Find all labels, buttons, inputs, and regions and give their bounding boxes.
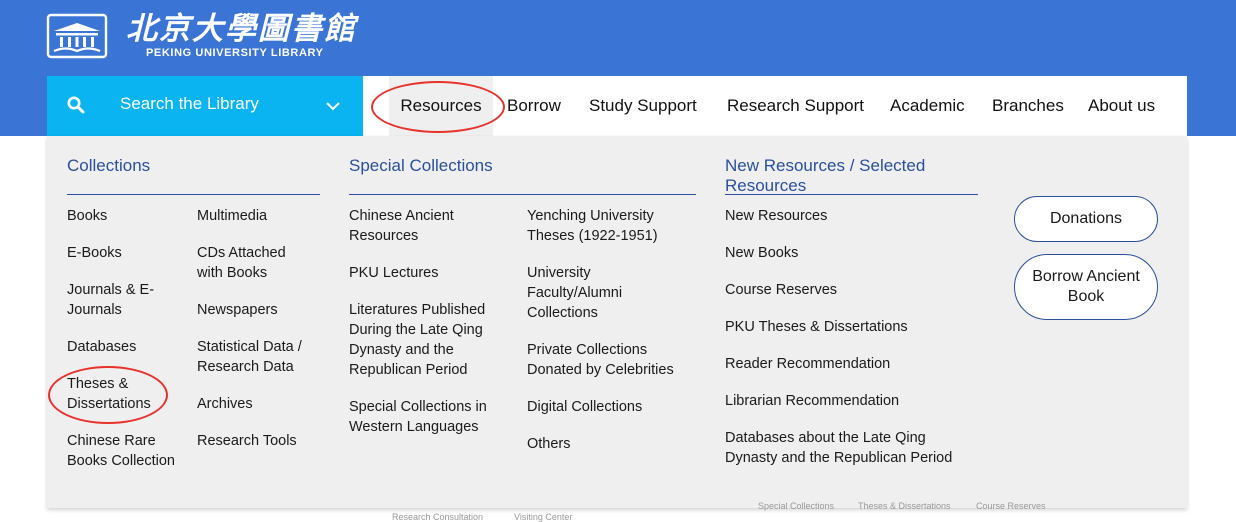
link-books[interactable]: Books xyxy=(67,206,187,226)
special-collections-divider xyxy=(349,194,696,195)
link-reader-recommendation[interactable]: Reader Recommendation xyxy=(725,354,975,374)
collections-divider xyxy=(67,194,320,195)
link-late-qing-literatures[interactable]: Literatures Published During the Late Qi… xyxy=(349,300,499,380)
nav-menu: Resources Borrow Study Support Research … xyxy=(363,76,1187,136)
nav-branches[interactable]: Branches xyxy=(992,76,1064,136)
footer-hint-theses: Theses & Dissertations xyxy=(858,501,951,511)
search-icon[interactable] xyxy=(67,96,85,114)
link-databases[interactable]: Databases xyxy=(67,337,187,357)
link-late-qing-databases[interactable]: Databases about the Late Qing Dynasty an… xyxy=(725,428,975,468)
footer-hint-visiting-center: Visiting Center xyxy=(514,512,573,522)
search-dropdown[interactable]: Search the Library xyxy=(47,76,363,136)
special-collections-heading[interactable]: Special Collections xyxy=(349,156,493,176)
collections-heading[interactable]: Collections xyxy=(67,156,150,176)
footer-hint-course-reserves: Course Reserves xyxy=(976,501,1046,511)
link-faculty-alumni[interactable]: University Faculty/Alumni Collections xyxy=(527,263,647,323)
link-new-books[interactable]: New Books xyxy=(725,243,975,263)
nav-resources[interactable]: Resources xyxy=(389,76,493,136)
main-nav: Search the Library Resources Borrow Stud… xyxy=(47,76,1187,136)
link-new-resources[interactable]: New Resources xyxy=(725,206,975,226)
link-pku-lectures[interactable]: PKU Lectures xyxy=(349,263,499,283)
link-digital-collections[interactable]: Digital Collections xyxy=(527,397,687,417)
link-chinese-ancient-resources[interactable]: Chinese Ancient Resources xyxy=(349,206,499,246)
link-e-books[interactable]: E-Books xyxy=(67,243,187,263)
footer-hint-special: Special Collections xyxy=(758,501,835,511)
link-cds-attached[interactable]: CDs Attached with Books xyxy=(197,243,307,283)
link-course-reserves[interactable]: Course Reserves xyxy=(725,280,975,300)
footer-hint-research-consultation: Research Consultation xyxy=(392,512,484,522)
link-chinese-rare-books[interactable]: Chinese Rare Books Collection xyxy=(67,431,192,471)
resources-dropdown-panel: Collections Books E-Books Journals & E-J… xyxy=(47,136,1187,508)
donations-button[interactable]: Donations xyxy=(1014,196,1158,242)
link-newspapers[interactable]: Newspapers xyxy=(197,300,317,320)
borrow-ancient-book-button[interactable]: Borrow Ancient Book xyxy=(1014,254,1158,320)
link-private-collections[interactable]: Private Collections Donated by Celebriti… xyxy=(527,340,687,380)
link-librarian-recommendation[interactable]: Librarian Recommendation xyxy=(725,391,975,411)
link-journals[interactable]: Journals & E-Journals xyxy=(67,280,157,320)
nav-academic[interactable]: Academic xyxy=(890,76,965,136)
link-western-languages[interactable]: Special Collections in Western Languages xyxy=(349,397,499,437)
link-yenching-theses[interactable]: Yenching University Theses (1922-1951) xyxy=(527,206,687,246)
new-resources-heading[interactable]: New Resources / Selected Resources xyxy=(725,156,955,196)
logo-english-name: PEKING UNIVERSITY LIBRARY xyxy=(146,47,324,59)
link-multimedia[interactable]: Multimedia xyxy=(197,206,317,226)
link-pku-theses[interactable]: PKU Theses & Dissertations xyxy=(725,317,975,337)
nav-research-support[interactable]: Research Support xyxy=(727,76,864,136)
nav-study-support[interactable]: Study Support xyxy=(589,76,697,136)
library-logo[interactable]: 北京大學圖書館 PEKING UNIVERSITY LIBRARY xyxy=(46,12,357,59)
link-statistical-data[interactable]: Statistical Data / Research Data xyxy=(197,337,319,377)
chevron-down-icon[interactable] xyxy=(325,98,341,114)
new-resources-divider xyxy=(725,194,978,195)
link-theses-dissertations[interactable]: Theses & Dissertations xyxy=(67,374,167,414)
link-others[interactable]: Others xyxy=(527,434,687,454)
link-research-tools[interactable]: Research Tools xyxy=(197,431,317,451)
link-archives[interactable]: Archives xyxy=(197,394,317,414)
nav-about-us[interactable]: About us xyxy=(1088,76,1155,136)
nav-borrow[interactable]: Borrow xyxy=(507,76,561,136)
search-label: Search the Library xyxy=(120,94,259,113)
logo-chinese-name: 北京大學圖書館 xyxy=(126,11,357,47)
open-book-emblem-icon xyxy=(46,13,108,58)
